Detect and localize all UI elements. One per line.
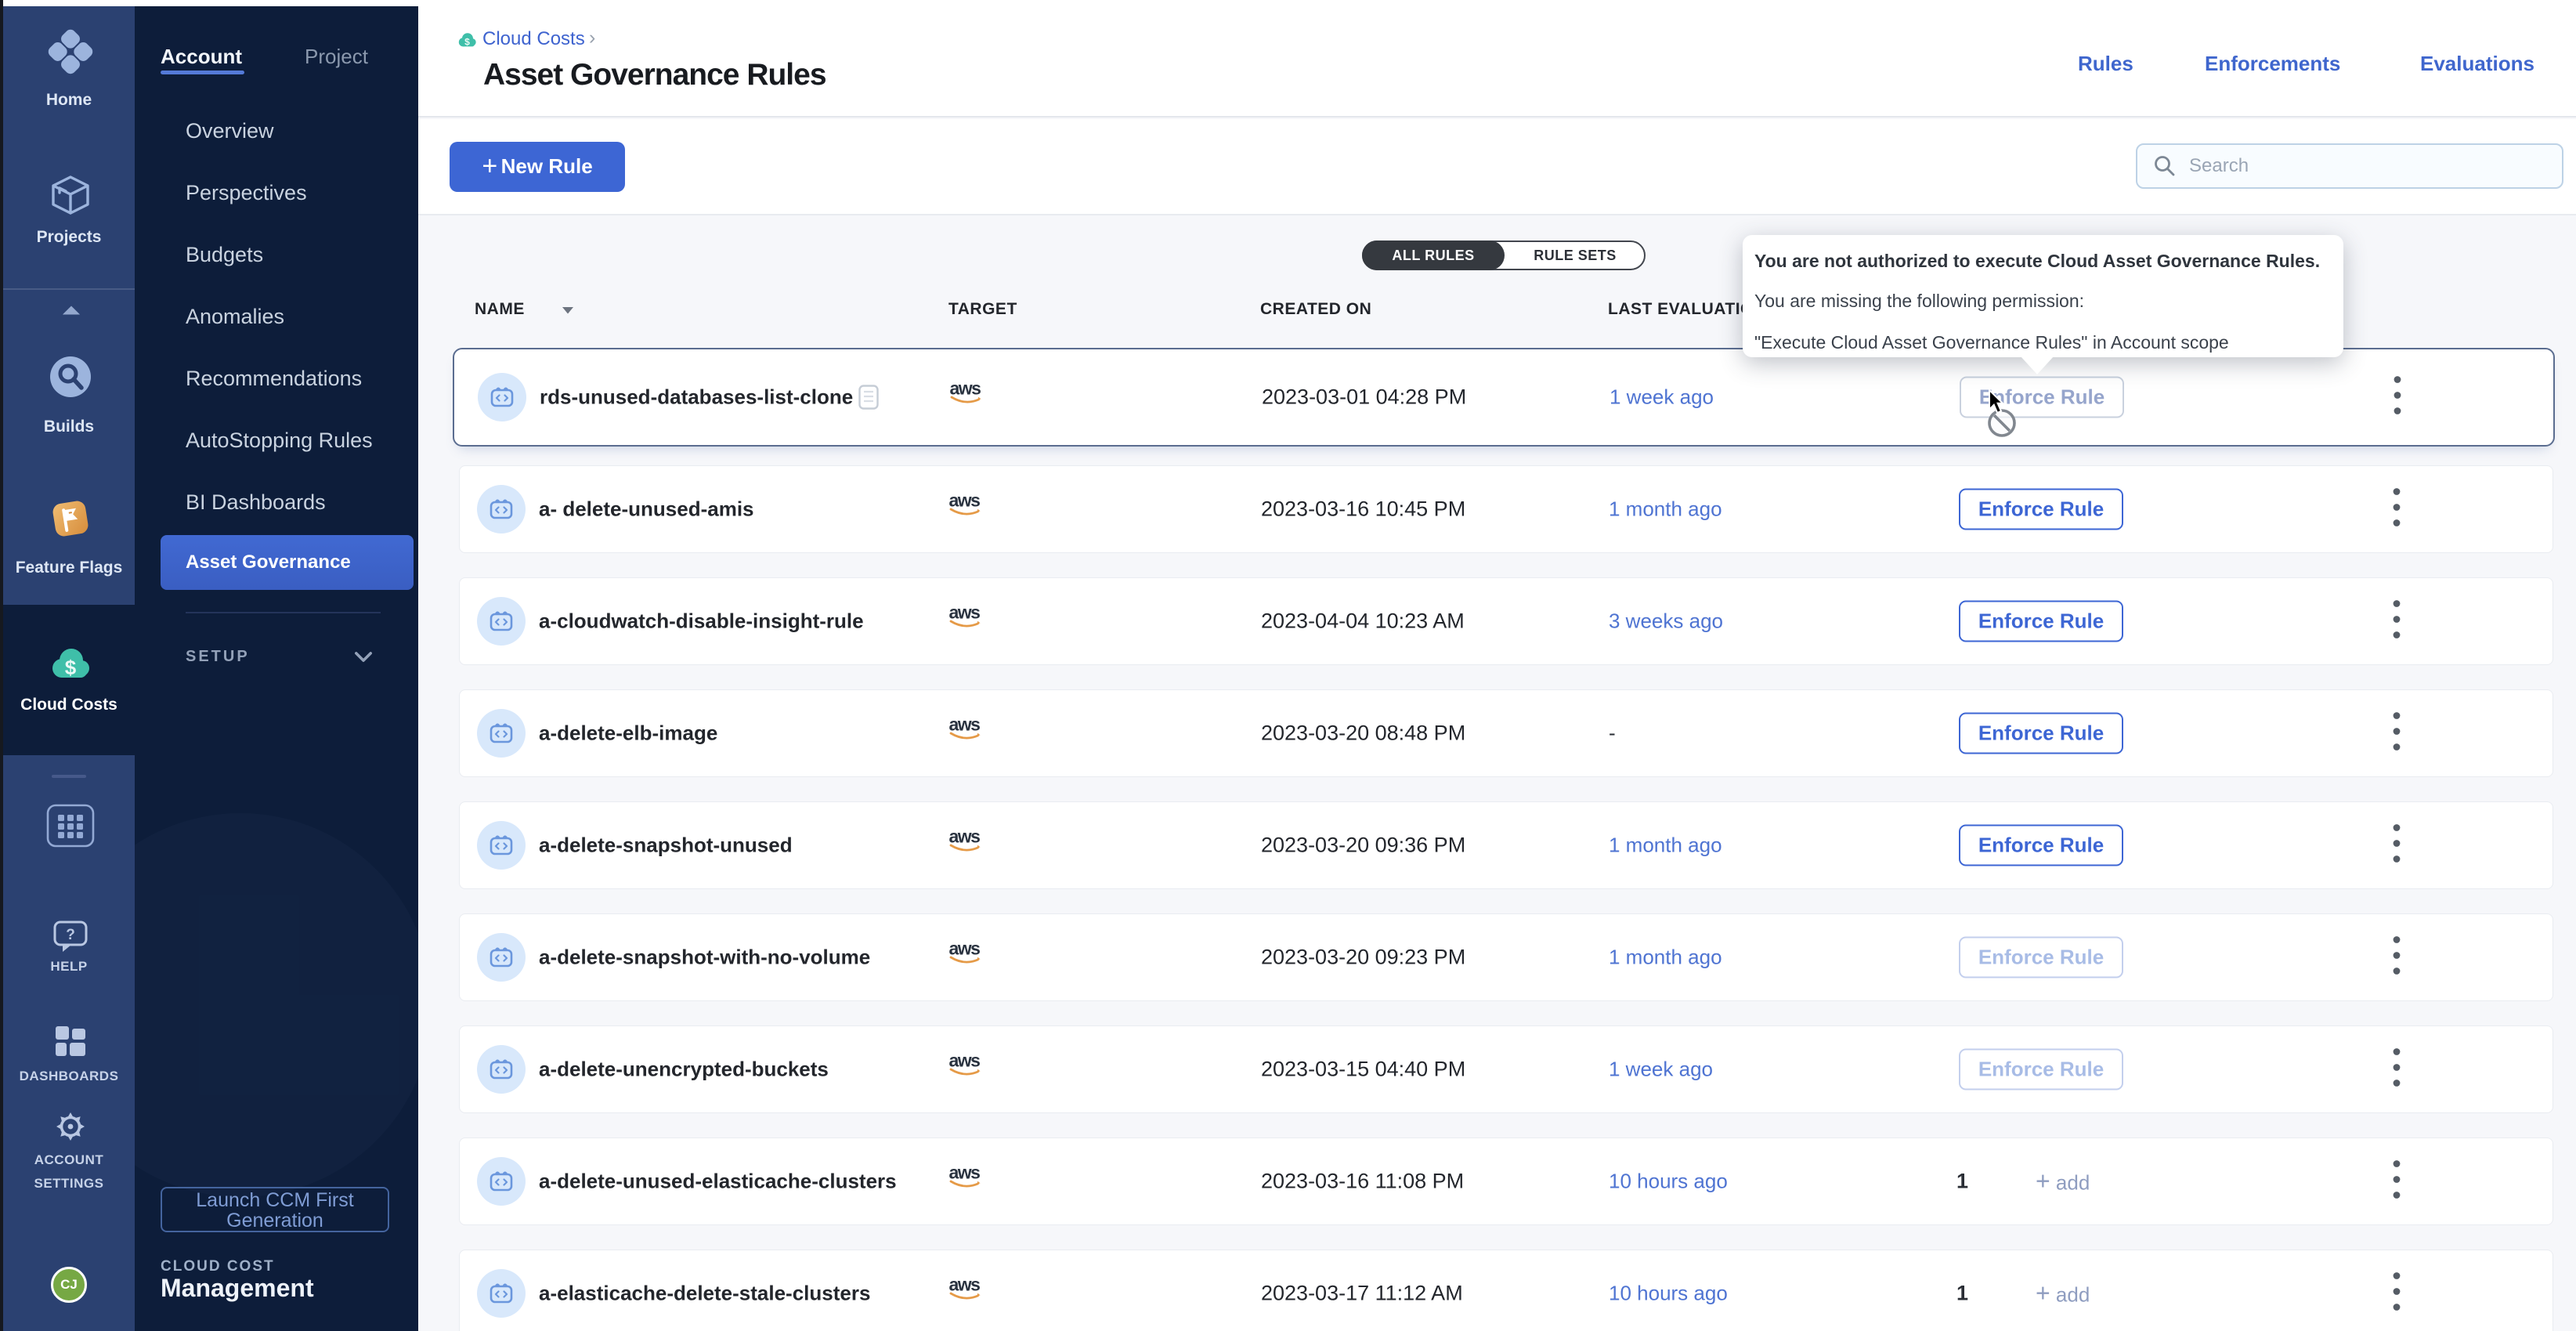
svg-text:?: ?	[66, 927, 75, 943]
svg-text:aws: aws	[949, 1279, 981, 1295]
svg-text:aws: aws	[949, 718, 981, 735]
svg-text:$: $	[65, 656, 77, 679]
svg-text:aws: aws	[949, 830, 981, 847]
svg-text:aws: aws	[950, 382, 981, 399]
svg-text:aws: aws	[949, 942, 981, 959]
svg-text:aws: aws	[949, 494, 981, 511]
svg-text:aws: aws	[949, 1054, 981, 1071]
svg-text:$: $	[464, 37, 470, 48]
svg-text:aws: aws	[949, 1166, 981, 1183]
svg-text:aws: aws	[949, 606, 981, 623]
